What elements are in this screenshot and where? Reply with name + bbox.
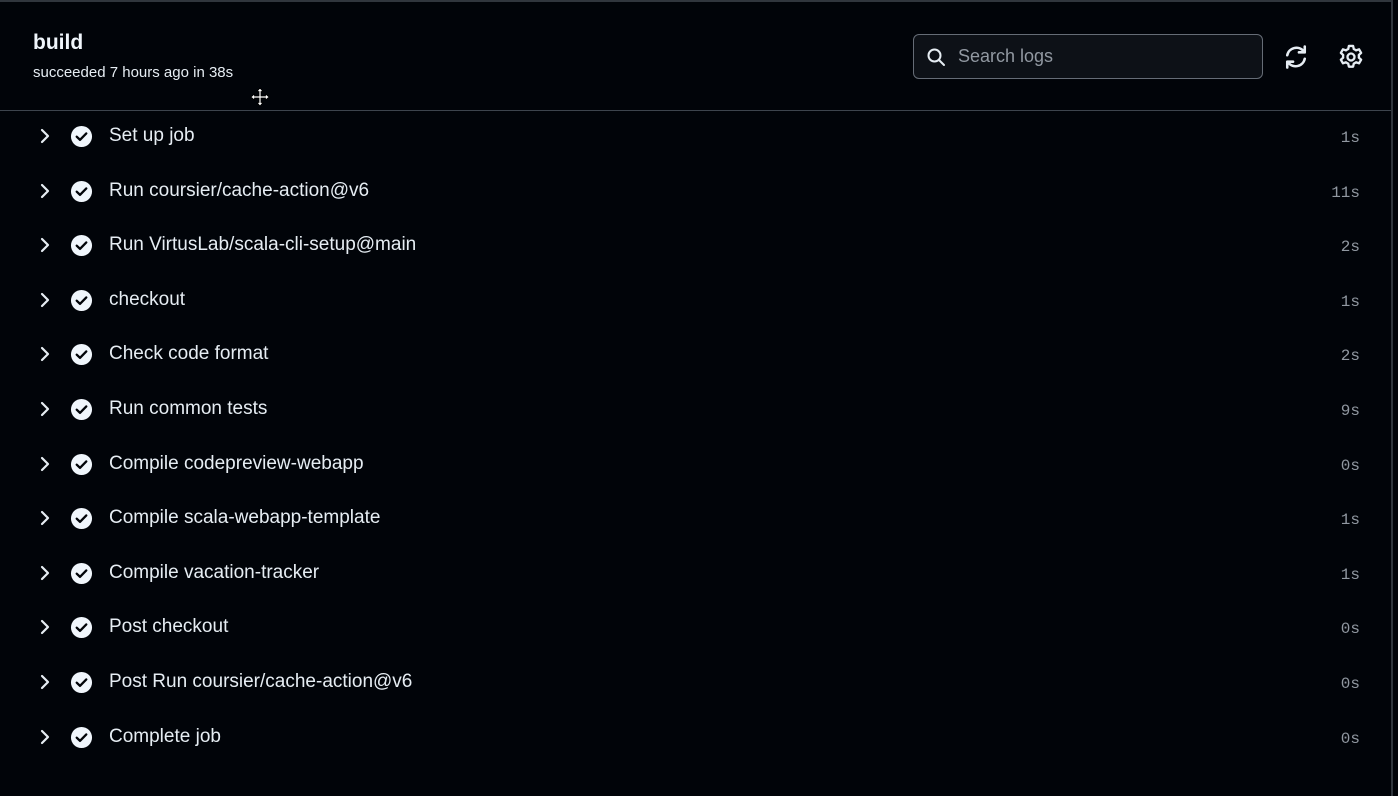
chevron-right-icon[interactable] <box>36 455 54 473</box>
chevron-right-icon[interactable] <box>36 564 54 582</box>
check-circle-icon <box>70 671 93 693</box>
refresh-icon[interactable] <box>1282 43 1310 71</box>
step-name: Complete job <box>109 725 221 747</box>
check-circle-icon <box>70 344 93 366</box>
step-name: Run common tests <box>109 397 268 419</box>
step-row[interactable]: Run common tests 9s <box>0 384 1391 439</box>
step-name: checkout <box>109 288 186 310</box>
step-name: Post Run coursier/cache-action@v6 <box>109 670 413 692</box>
steps-list: Set up job 1s Run coursier/cache-action@… <box>0 111 1391 766</box>
step-duration: 0s <box>1340 456 1360 475</box>
move-cursor-icon <box>250 87 270 107</box>
step-duration: 11s <box>1331 183 1360 202</box>
search-box[interactable] <box>913 34 1263 79</box>
step-duration: 1s <box>1340 511 1360 530</box>
check-circle-icon <box>70 180 93 202</box>
step-duration: 1s <box>1340 565 1360 584</box>
step-name: Set up job <box>109 125 195 146</box>
step-duration: 1s <box>1340 129 1360 147</box>
check-circle-icon <box>70 562 93 584</box>
step-duration: 2s <box>1340 347 1360 366</box>
chevron-right-icon[interactable] <box>36 291 54 309</box>
check-circle-icon <box>70 726 93 748</box>
step-row[interactable]: Compile vacation-tracker 1s <box>0 548 1391 603</box>
chevron-right-icon[interactable] <box>36 182 54 200</box>
step-duration: 1s <box>1340 292 1360 311</box>
step-row[interactable]: Set up job 1s <box>0 111 1391 166</box>
chevron-right-icon[interactable] <box>36 345 54 363</box>
step-row[interactable]: Post Run coursier/cache-action@v6 0s <box>0 657 1391 712</box>
chevron-right-icon[interactable] <box>36 673 54 691</box>
step-row[interactable]: Complete job 0s <box>0 712 1391 767</box>
check-circle-icon <box>70 289 93 311</box>
chevron-right-icon[interactable] <box>36 509 54 527</box>
step-name: Run coursier/cache-action@v6 <box>109 179 370 201</box>
chevron-right-icon[interactable] <box>36 127 54 145</box>
check-circle-icon <box>70 508 93 530</box>
job-status: succeeded 7 hours ago in 38s <box>33 64 234 81</box>
step-duration: 9s <box>1340 401 1360 420</box>
check-circle-icon <box>70 125 93 148</box>
step-name: Compile scala-webapp-template <box>109 507 381 529</box>
step-duration: 2s <box>1340 238 1360 257</box>
step-name: Run VirtusLab/scala-cli-setup@main <box>109 234 417 256</box>
step-row[interactable]: Compile scala-webapp-template 1s <box>0 493 1391 548</box>
step-duration: 0s <box>1340 729 1360 748</box>
chevron-right-icon[interactable] <box>36 728 54 746</box>
step-row[interactable]: checkout 1s <box>0 275 1391 330</box>
check-circle-icon <box>70 453 93 475</box>
step-row[interactable]: Compile codepreview-webapp 0s <box>0 439 1391 494</box>
step-name: Check code format <box>109 343 269 365</box>
step-row[interactable]: Post checkout 0s <box>0 602 1391 657</box>
chevron-right-icon[interactable] <box>36 400 54 418</box>
gear-icon[interactable] <box>1337 43 1365 71</box>
job-log-panel: build succeeded 7 hours ago in 38s Searc… <box>0 0 1393 796</box>
check-circle-icon <box>70 617 93 639</box>
check-circle-icon <box>70 398 93 421</box>
search-icon <box>927 48 945 66</box>
chevron-right-icon[interactable] <box>36 618 54 636</box>
step-row[interactable]: Run coursier/cache-action@v6 11s <box>0 166 1391 221</box>
step-duration: 0s <box>1340 674 1360 693</box>
step-name: Post checkout <box>109 616 229 638</box>
job-title: build <box>33 31 84 54</box>
check-circle-icon <box>70 235 93 257</box>
step-row[interactable]: Check code format 2s <box>0 329 1391 384</box>
step-duration: 0s <box>1340 620 1360 639</box>
step-name: Compile vacation-tracker <box>109 561 320 583</box>
step-name: Compile codepreview-webapp <box>109 452 364 474</box>
job-header: build succeeded 7 hours ago in 38s <box>0 2 1391 111</box>
step-row[interactable]: Run VirtusLab/scala-cli-setup@main 2s <box>0 220 1391 275</box>
search-input[interactable] <box>958 35 1253 78</box>
chevron-right-icon[interactable] <box>36 236 54 254</box>
